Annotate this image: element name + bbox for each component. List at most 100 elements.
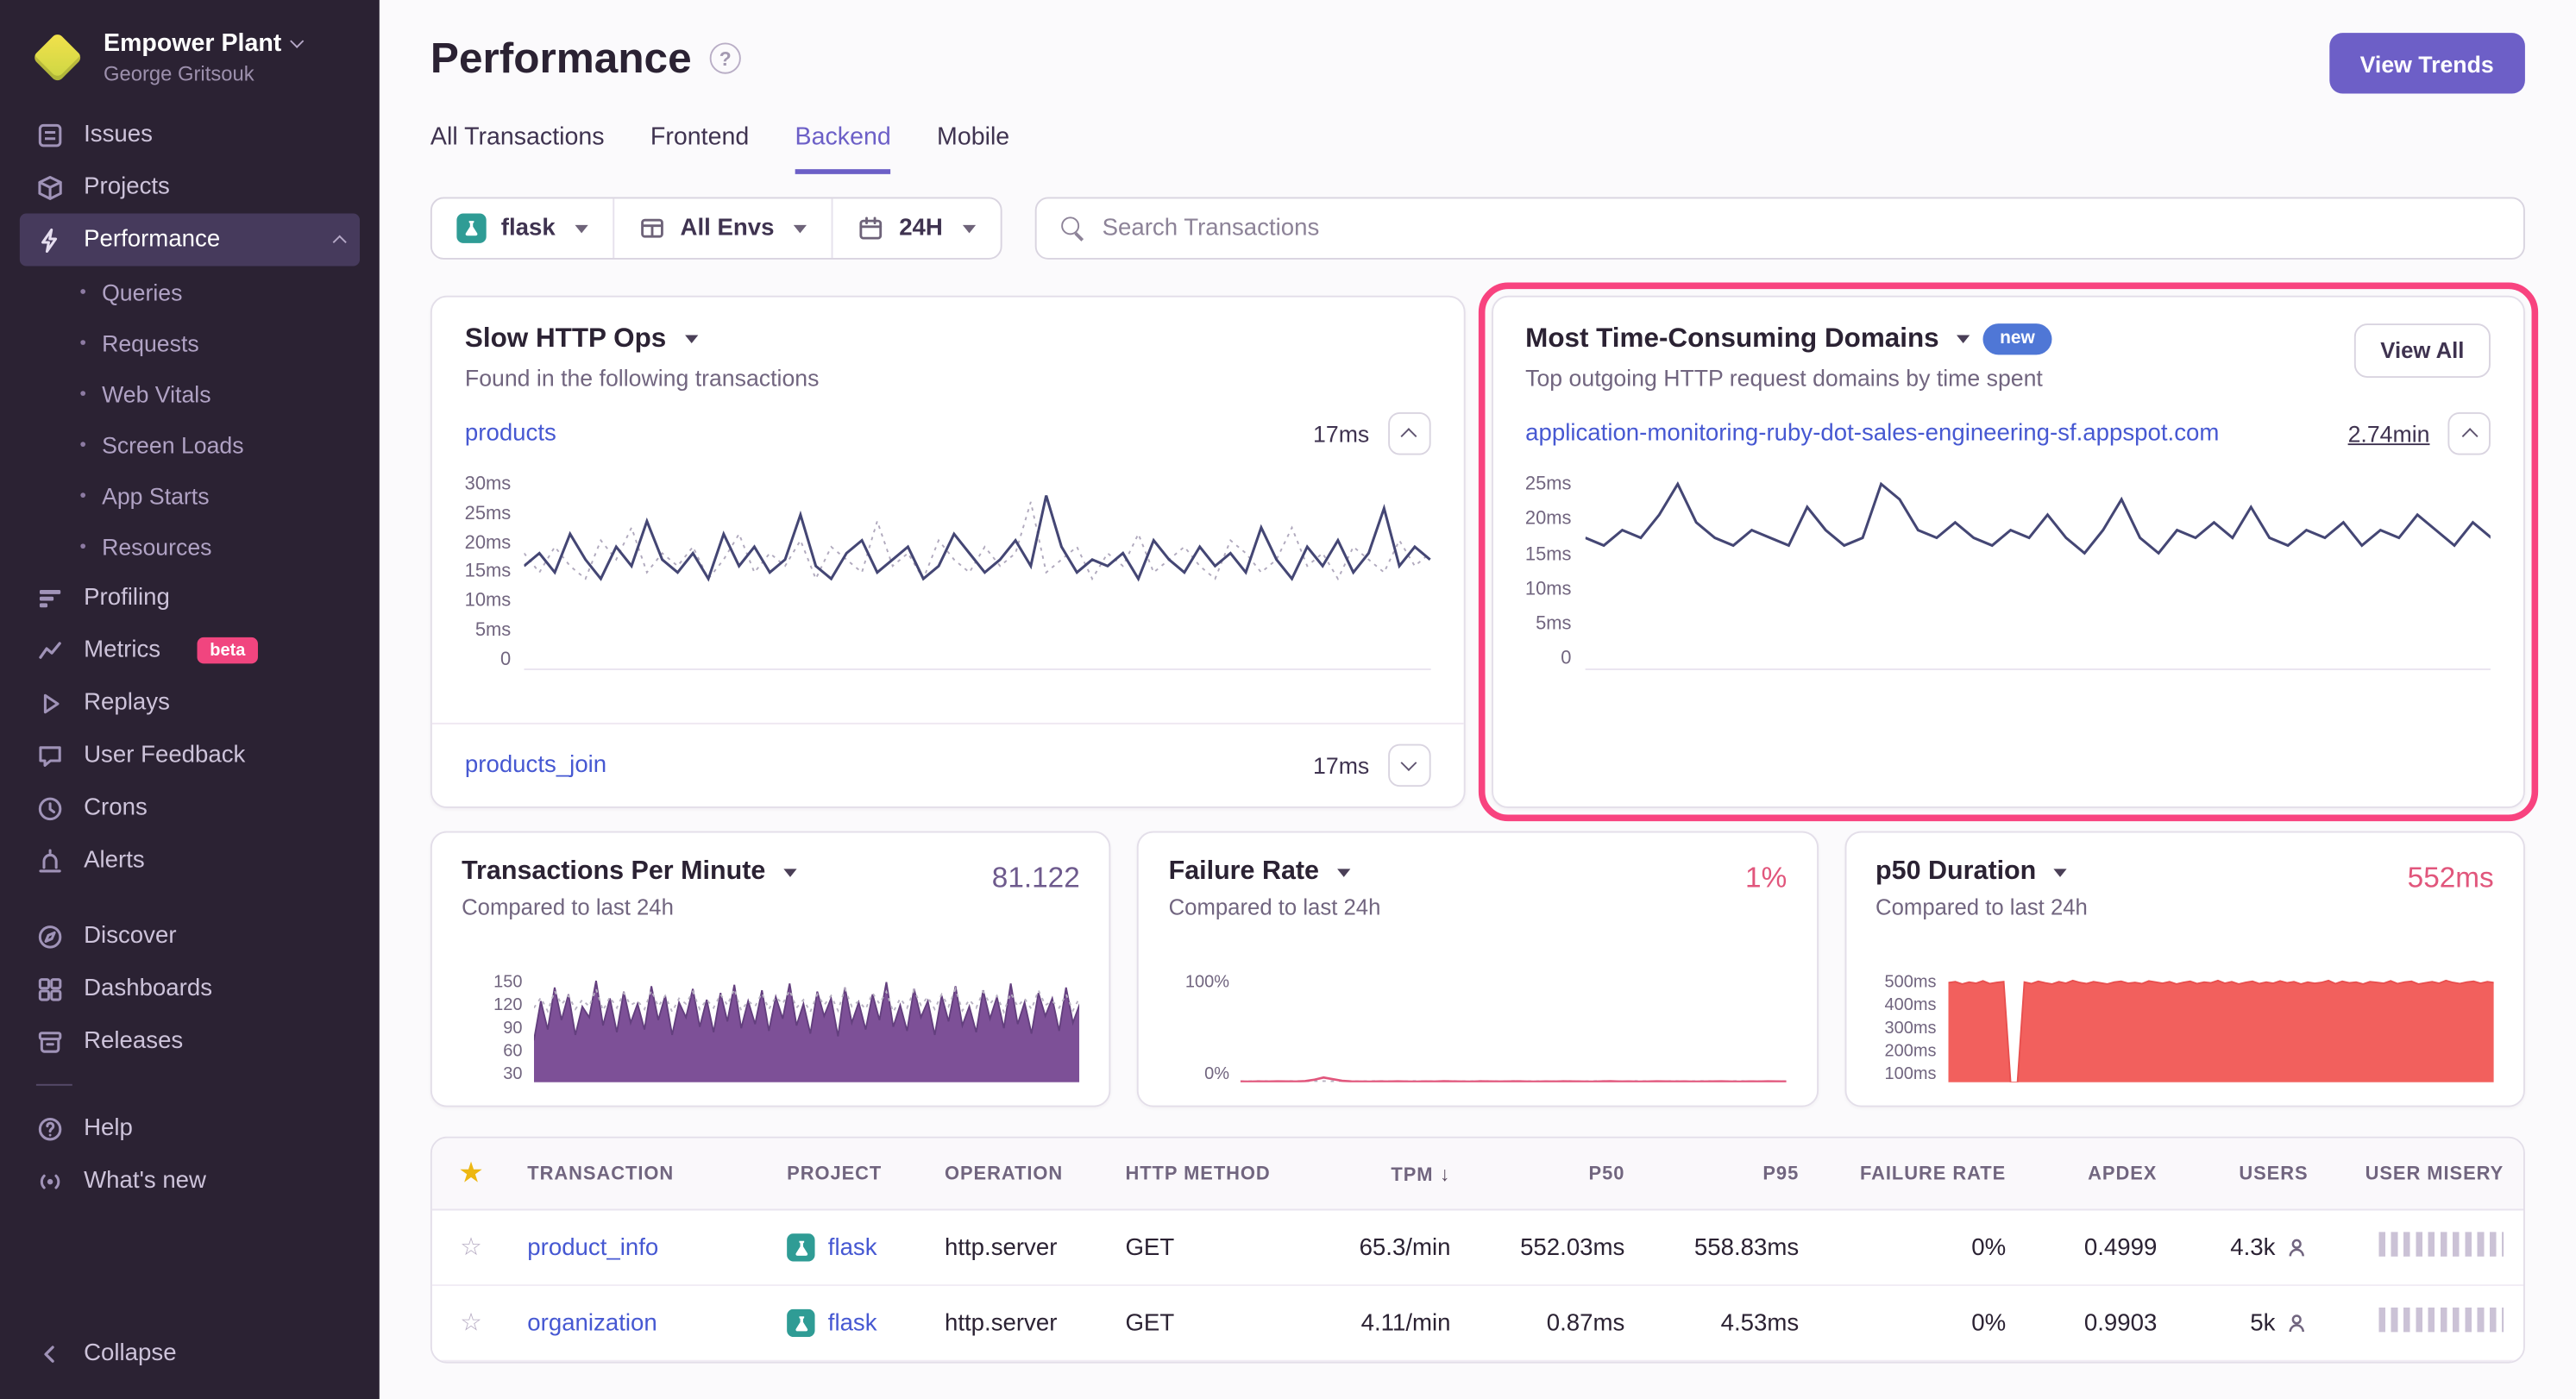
column-header-p95[interactable]: P95 [1644, 1164, 1819, 1183]
environment-filter[interactable]: All Envs [614, 198, 833, 258]
transaction-link[interactable]: product_info [527, 1234, 658, 1260]
sidebar-item-replays[interactable]: Replays [20, 677, 360, 730]
column-header-project[interactable]: PROJECT [767, 1164, 925, 1183]
tab-backend[interactable]: Backend [795, 123, 891, 174]
org-logo [29, 29, 85, 85]
project-link[interactable]: flask [828, 1234, 877, 1260]
tpm-value: 81.122 [992, 861, 1080, 895]
sidebar-item-alerts[interactable]: Alerts [20, 834, 360, 887]
axis-tick-label: 25ms [465, 505, 512, 524]
slow-http-ops-chart [524, 476, 1429, 670]
view-all-button[interactable]: View All [2354, 323, 2491, 378]
failure-rate-widget: Failure Rate Compared to last 24h 1% 100… [1137, 831, 1818, 1107]
flask-platform-icon [787, 1309, 814, 1337]
sidebar-collapse-button[interactable]: Collapse [20, 1327, 360, 1380]
table-row: ☆ product_info flask http.server GET 65.… [432, 1210, 2523, 1286]
axis-tick-label: 0% [1204, 1065, 1229, 1082]
chart-canvas [1241, 974, 1787, 1082]
widget-title: p50 Duration [1875, 857, 2036, 887]
sidebar-item-releases[interactable]: Releases [20, 1015, 360, 1068]
column-header-http-method[interactable]: HTTP METHOD [1106, 1164, 1306, 1183]
domain-time-spent[interactable]: 2.74min [2348, 421, 2430, 447]
sidebar-item-label: Discover [84, 923, 176, 949]
widget-title: Transactions Per Minute [462, 857, 765, 887]
sidebar-item-performance[interactable]: Performance [20, 214, 360, 267]
sidebar-item-screen-loads[interactable]: Screen Loads [20, 419, 360, 470]
axis-tick-label: 30 [503, 1065, 522, 1082]
p95-cell: 558.83ms [1644, 1234, 1819, 1260]
chevron-down-icon [291, 35, 304, 47]
sidebar-item-profiling[interactable]: Profiling [20, 572, 360, 624]
sidebar-item-queries[interactable]: Queries [20, 266, 360, 317]
search-transactions-field[interactable] [1035, 198, 2525, 260]
column-header-users[interactable]: USERS [2177, 1164, 2328, 1183]
domain-link[interactable]: application-monitoring-ruby-dot-sales-en… [1525, 421, 2325, 447]
column-header-transaction[interactable]: TRANSACTION [507, 1164, 767, 1183]
star-toggle[interactable]: ☆ [460, 1310, 482, 1336]
sidebar-item-metrics[interactable]: Metrics beta [20, 624, 360, 677]
sidebar-item-issues[interactable]: Issues [20, 109, 360, 161]
sidebar-item-projects[interactable]: Projects [20, 161, 360, 214]
date-range-filter[interactable]: 24H [833, 198, 1000, 258]
users-count: 4.3k [2230, 1234, 2275, 1260]
sidebar-item-dashboards[interactable]: Dashboards [20, 963, 360, 1015]
user-misery-bars [2378, 1308, 2504, 1333]
column-header-apdex[interactable]: APDEX [2026, 1164, 2177, 1183]
project-filter[interactable]: flask [432, 198, 614, 258]
column-header-user-misery[interactable]: USER MISERY [2328, 1164, 2523, 1183]
org-switcher[interactable]: Empower Plant George Gritsouk [20, 23, 360, 109]
domains-title-dropdown[interactable]: Most Time-Consuming Domains new [1525, 323, 2051, 354]
column-header-operation[interactable]: OPERATION [925, 1164, 1105, 1183]
sidebar: Empower Plant George Gritsouk Issues Pro… [0, 0, 380, 1399]
page-help-icon[interactable]: ? [710, 43, 741, 74]
column-header-p50[interactable]: P50 [1470, 1164, 1644, 1183]
tab-mobile[interactable]: Mobile [937, 123, 1009, 174]
products-link[interactable]: products [465, 421, 556, 447]
star-toggle[interactable]: ☆ [460, 1234, 482, 1260]
tpm-title-dropdown[interactable]: Transactions Per Minute [462, 857, 796, 887]
axis-tick-label: 300ms [1884, 1019, 1936, 1037]
products-join-duration: 17ms [1313, 752, 1369, 778]
y-axis-ticks: 100%0% [1169, 974, 1241, 1082]
user-misery-bars [2378, 1232, 2504, 1257]
axis-tick-label: 500ms [1884, 974, 1936, 991]
star-column-header[interactable]: ★ [432, 1161, 508, 1186]
sidebar-item-label: Projects [84, 174, 170, 200]
sidebar-item-requests[interactable]: Requests [20, 317, 360, 368]
sidebar-item-crons[interactable]: Crons [20, 781, 360, 834]
axis-tick-label: 0 [500, 651, 511, 670]
y-axis-ticks: 500ms400ms300ms200ms100ms [1875, 974, 1948, 1082]
page-filter-bar: flask All Envs 24H [430, 198, 2525, 260]
failure-rate-value: 1% [1745, 861, 1787, 895]
p95-cell: 4.53ms [1644, 1310, 1819, 1336]
profiling-icon [36, 584, 64, 612]
collapse-domain-button[interactable] [2447, 412, 2491, 455]
users-cell: 5k [2177, 1310, 2328, 1336]
p50-title-dropdown[interactable]: p50 Duration [1875, 857, 2088, 887]
sidebar-item-user-feedback[interactable]: User Feedback [20, 730, 360, 782]
chevron-down-icon [1401, 755, 1417, 771]
column-header-tpm[interactable]: TPM↓ [1306, 1162, 1470, 1185]
view-trends-button[interactable]: View Trends [2328, 33, 2524, 93]
transaction-link[interactable]: organization [527, 1310, 657, 1336]
products-join-link[interactable]: products_join [465, 752, 606, 778]
expand-products-join-button[interactable] [1387, 744, 1430, 787]
sidebar-item-resources[interactable]: Resources [20, 521, 360, 572]
failure-rate-title-dropdown[interactable]: Failure Rate [1169, 857, 1381, 887]
project-link[interactable]: flask [828, 1310, 877, 1336]
chevron-down-icon [794, 224, 807, 233]
sidebar-item-discover[interactable]: Discover [20, 910, 360, 963]
sidebar-item-web-vitals[interactable]: Web Vitals [20, 368, 360, 419]
tab-all-transactions[interactable]: All Transactions [430, 123, 605, 174]
slow-http-ops-title-dropdown[interactable]: Slow HTTP Ops [465, 323, 1430, 354]
environment-icon [639, 215, 665, 241]
sidebar-item-whats-new[interactable]: What's new [20, 1155, 360, 1208]
sidebar-item-help[interactable]: Help [20, 1102, 360, 1155]
collapse-products-button[interactable] [1387, 412, 1430, 455]
tab-frontend[interactable]: Frontend [650, 123, 749, 174]
new-badge: new [1983, 324, 2051, 354]
search-input[interactable] [1103, 215, 2499, 241]
column-header-failure-rate[interactable]: FAILURE RATE [1819, 1164, 2026, 1183]
widget-title: Failure Rate [1169, 857, 1319, 887]
sidebar-item-app-starts[interactable]: App Starts [20, 470, 360, 521]
